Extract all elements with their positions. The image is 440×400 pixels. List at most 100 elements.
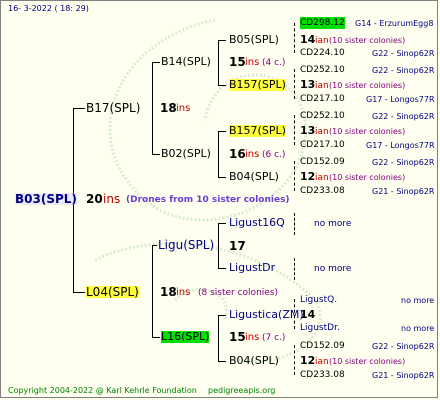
l04-branch-line xyxy=(152,245,153,338)
bracket xyxy=(294,345,295,375)
connector xyxy=(218,131,226,132)
bracket xyxy=(294,115,295,145)
ligu-node-name[interactable]: Ligu(SPL) xyxy=(158,239,214,251)
b04b-top-code[interactable]: CD152.09 xyxy=(300,340,345,352)
bracket xyxy=(294,213,295,235)
b04b-note: (10 sister colonies) xyxy=(329,357,406,366)
b157a-note: (10 sister colonies) xyxy=(329,81,406,90)
ligustica-num: 14 xyxy=(300,308,316,321)
b157b-bot-code[interactable]: CD217.10 xyxy=(300,139,345,151)
b04a-note: (10 sister colonies) xyxy=(329,173,406,182)
b04a-bot-info: G21 - Sinop62R xyxy=(372,187,435,196)
root-note: (Drones from 10 sister colonies) xyxy=(126,195,290,205)
b05-num: 14 xyxy=(300,33,316,46)
bracket xyxy=(294,69,295,99)
connector xyxy=(218,361,226,362)
b157b-note: (10 sister colonies) xyxy=(329,127,406,136)
b04a-num: 12 xyxy=(300,170,316,183)
l16-node-name[interactable]: L16(SPL) xyxy=(161,331,210,343)
bracket xyxy=(294,258,295,280)
b157a-top-code[interactable]: CD252.10 xyxy=(300,64,345,76)
b04b-ins: ian xyxy=(315,357,329,367)
b14-num: 15 xyxy=(229,55,246,69)
b02-ins: ins xyxy=(245,149,260,160)
footer-site-link[interactable]: pedigreeapis.org xyxy=(208,385,275,397)
l04-note: (8 sister colonies) xyxy=(198,288,279,298)
ligustdr-node-name[interactable]: LigustDr xyxy=(229,262,275,274)
b04a-top-code[interactable]: CD152.09 xyxy=(300,156,345,168)
bracket xyxy=(294,23,295,53)
b157a-bot-code[interactable]: CD217.10 xyxy=(300,93,345,105)
b04a-bot-code[interactable]: CD233.08 xyxy=(300,185,345,197)
ligustica-bot-more: no more xyxy=(401,324,435,333)
connector xyxy=(218,40,226,41)
l16-ins: ins xyxy=(245,332,260,343)
b05-node-name[interactable]: B05(SPL) xyxy=(229,34,279,46)
ligu-num: 17 xyxy=(229,239,246,253)
ligustica-bot-code[interactable]: LigustDr. xyxy=(300,322,340,334)
b05-note: (10 sister colonies) xyxy=(329,36,406,45)
l16-note: (7 c.) xyxy=(262,333,286,343)
root-node-name[interactable]: B03(SPL) xyxy=(15,193,77,205)
connector xyxy=(218,85,226,86)
connector xyxy=(73,292,85,293)
b04b-bot-info: G21 - Sinop62R xyxy=(372,371,435,380)
b157b-node-name[interactable]: B157(SPL) xyxy=(229,125,286,137)
b02-num: 16 xyxy=(229,147,246,161)
b157b-bot-info: G17 - Longos77R xyxy=(366,141,435,150)
root-num: 20 xyxy=(86,192,103,206)
l16-num: 15 xyxy=(229,330,246,344)
ligustica-top-more: no more xyxy=(401,296,435,305)
b17-node-name[interactable]: B17(SPL) xyxy=(86,102,140,114)
ligustdr-more: no more xyxy=(314,264,352,274)
b04a-node-name[interactable]: B04(SPL) xyxy=(229,171,279,183)
l16-branch-line xyxy=(218,315,219,362)
b04a-ins: ian xyxy=(315,173,329,183)
ligust16q-node-name[interactable]: Ligust16Q xyxy=(229,217,285,229)
connector xyxy=(218,177,226,178)
date-stamp: 16- 3-2022 ( 18: 29) xyxy=(8,4,89,13)
b05-top-info: G14 - ErzurumEgg8 xyxy=(355,19,434,28)
ligustica-top-code[interactable]: LigustQ. xyxy=(300,294,337,306)
b17-num: 18 xyxy=(160,101,177,115)
b157b-top-info: G22 - Sinop62R xyxy=(372,112,435,121)
b157b-top-code[interactable]: CD252.10 xyxy=(300,110,345,122)
connector xyxy=(152,337,160,338)
footer-copyright: Copyright 2004-2022 @ Karl Kehrle Founda… xyxy=(8,386,197,395)
b04a-top-info: G22 - Sinop62R xyxy=(372,158,435,167)
b02-branch-line xyxy=(218,131,219,178)
b157a-bot-info: G17 - Longos77R xyxy=(366,95,435,104)
connector xyxy=(218,315,226,316)
b04b-bot-code[interactable]: CD233.08 xyxy=(300,369,345,381)
l04-ins: ins xyxy=(176,287,191,298)
b14-branch-line xyxy=(218,40,219,86)
connector xyxy=(152,154,160,155)
b157b-ins: ian xyxy=(315,127,329,137)
b14-note: (4 c.) xyxy=(262,58,286,68)
connector xyxy=(218,268,226,269)
b17-branch-line xyxy=(152,62,153,155)
l04-num: 18 xyxy=(160,285,177,299)
b17-ins: ins xyxy=(176,103,191,114)
connector xyxy=(73,108,85,109)
b14-ins: ins xyxy=(245,57,260,68)
b02-node-name[interactable]: B02(SPL) xyxy=(161,148,211,160)
b05-bot-code[interactable]: CD224.10 xyxy=(300,47,345,59)
b04b-num: 12 xyxy=(300,354,316,367)
b157a-top-info: G22 - Sinop62R xyxy=(372,66,435,75)
connector xyxy=(152,245,157,246)
l04-node-name[interactable]: L04(SPL) xyxy=(86,286,139,298)
bracket xyxy=(294,161,295,191)
b157a-node-name[interactable]: B157(SPL) xyxy=(229,79,286,91)
b04b-top-info: G22 - Sinop62R xyxy=(372,342,435,351)
b14-node-name[interactable]: B14(SPL) xyxy=(161,56,211,68)
b04b-node-name[interactable]: B04(SPL) xyxy=(229,355,279,367)
ligu-branch-line xyxy=(218,223,219,269)
ligustica-node-name[interactable]: Ligustica(ZM) xyxy=(229,309,304,321)
b05-top-code[interactable]: CD298.12 xyxy=(300,17,345,29)
b05-ins: ian xyxy=(315,36,329,46)
b02-note: (6 c.) xyxy=(262,150,286,160)
ligust16q-more: no more xyxy=(314,219,352,229)
root-ins: ins xyxy=(103,192,121,206)
b157a-ins: ian xyxy=(315,81,329,91)
